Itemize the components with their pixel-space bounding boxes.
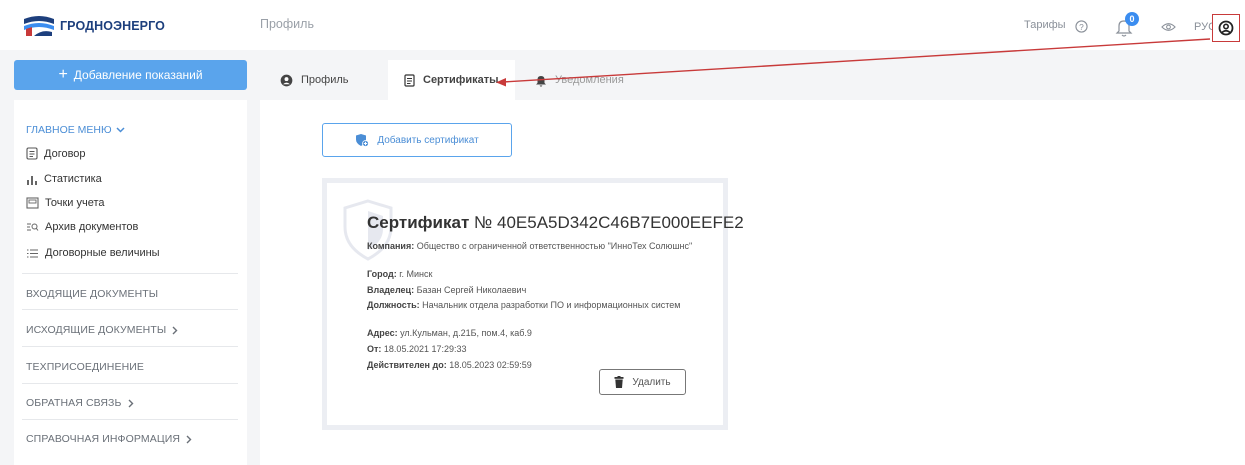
eye-icon[interactable]: [1161, 22, 1176, 32]
sidebar-section-tech-connection[interactable]: ТЕХПРИСОЕДИНЕНИЕ: [26, 361, 144, 373]
field-value: Общество с ограниченной ответственностью…: [416, 241, 693, 251]
field-value: г. Минск: [399, 269, 433, 279]
section-label: СПРАВОЧНАЯ ИНФОРМАЦИЯ: [26, 433, 181, 445]
certificate-city: Город: г. Минск: [367, 269, 707, 280]
trash-icon: [614, 376, 624, 388]
section-label: ИСХОДЯЩИЕ ДОКУМЕНТЫ: [26, 324, 167, 336]
field-value: 18.05.2021 17:29:33: [383, 344, 467, 354]
section-label: ОБРАТНАЯ СВЯЗЬ: [26, 397, 122, 409]
tab-notifications[interactable]: Уведомления: [535, 60, 624, 100]
add-certificate-button[interactable]: Добавить сертификат: [322, 123, 512, 157]
logo[interactable]: ГРОДНОЭНЕРГО: [22, 15, 165, 37]
sidebar: ГЛАВНОЕ МЕНЮ Договор Статистика Точки уч…: [14, 100, 247, 465]
add-certificate-label: Добавить сертификат: [377, 134, 479, 146]
chevron-right-icon: [186, 435, 192, 443]
plus-icon: +: [58, 66, 68, 83]
main-menu-toggle[interactable]: ГЛАВНОЕ МЕНЮ: [26, 124, 125, 136]
add-reading-label: Добавление показаний: [73, 68, 203, 82]
tab-label: Профиль: [301, 74, 349, 86]
sidebar-divider: [22, 346, 238, 347]
tab-bar: Профиль Сертификаты Уведомления: [260, 60, 1245, 100]
field-key: Компания:: [367, 241, 415, 251]
svg-text:?: ?: [1079, 22, 1084, 32]
sidebar-section-outgoing[interactable]: ИСХОДЯЩИЕ ДОКУМЕНТЫ: [26, 324, 178, 336]
sidebar-item-meters[interactable]: Точки учета: [26, 197, 105, 209]
certificate-from: От: 18.05.2021 17:29:33: [367, 344, 707, 355]
field-key: Должность:: [367, 300, 420, 310]
field-value: 18.05.2023 02:59:59: [449, 360, 532, 370]
section-label: ВХОДЯЩИЕ ДОКУМЕНТЫ: [26, 288, 159, 300]
tab-label: Сертификаты: [423, 74, 499, 86]
bell-icon: [536, 75, 546, 87]
sidebar-item-statistics[interactable]: Статистика: [26, 173, 102, 185]
main-menu-label: ГЛАВНОЕ МЕНЮ: [26, 124, 112, 136]
certificate-position: Должность: Начальник отдела разработки П…: [367, 300, 707, 311]
sidebar-section-incoming[interactable]: ВХОДЯЩИЕ ДОКУМЕНТЫ: [26, 288, 158, 300]
sidebar-divider: [22, 383, 238, 384]
list-icon: [27, 249, 38, 257]
archive-search-icon: [27, 223, 39, 231]
field-value: Базан Сергей Николаевич: [416, 285, 527, 295]
sidebar-item-contract-values[interactable]: Договорные величины: [26, 247, 160, 259]
breadcrumb: Профиль: [260, 17, 314, 31]
sidebar-divider: [22, 273, 238, 274]
certificate-company: Компания: Общество с ограниченной ответс…: [367, 241, 707, 252]
sidebar-item-label: Архив документов: [45, 221, 139, 233]
certificate-number: № 40E5A5D342C46B7E000EEFE2: [474, 213, 744, 232]
certificate-card: Сертификат № 40E5A5D342C46B7E000EEFE2 Ко…: [322, 178, 744, 430]
document-icon: [404, 73, 415, 87]
sidebar-item-archive[interactable]: Архив документов: [26, 221, 138, 233]
certificate-owner: Владелец: Базан Сергей Николаевич: [367, 285, 707, 296]
delete-certificate-button[interactable]: Удалить: [599, 369, 686, 395]
user-circle-icon: [1218, 20, 1234, 36]
field-value: ул.Кульман, д.21Б, пом.4, каб.9: [400, 328, 532, 338]
logo-text: ГРОДНОЭНЕРГО: [60, 19, 165, 33]
user-circle-icon: [280, 74, 293, 86]
section-label: ТЕХПРИСОЕДИНЕНИЕ: [26, 361, 145, 373]
notifications-button[interactable]: 0: [1115, 12, 1141, 38]
add-reading-button[interactable]: + Добавление показаний: [14, 60, 247, 90]
help-icon[interactable]: ?: [1075, 20, 1088, 33]
sidebar-divider: [22, 309, 238, 310]
sidebar-section-feedback[interactable]: ОБРАТНАЯ СВЯЗЬ: [26, 397, 134, 409]
notification-badge: 0: [1125, 12, 1139, 26]
chevron-down-icon: [116, 127, 125, 133]
tab-label: Уведомления: [555, 74, 624, 86]
sidebar-divider: [22, 419, 238, 420]
main-content: Профиль Сертификаты Уведомления Добавить…: [260, 60, 1245, 465]
sidebar-item-label: Договорные величины: [45, 247, 160, 259]
field-key: Владелец:: [367, 285, 415, 295]
sidebar-item-label: Статистика: [44, 173, 102, 185]
field-value: Начальник отдела разработки ПО и информа…: [422, 300, 681, 310]
sidebar-item-label: Точки учета: [45, 197, 105, 209]
field-key: От:: [367, 344, 382, 354]
certificate-title-word: Сертификат: [367, 213, 470, 232]
sidebar-item-label: Договор: [44, 147, 86, 160]
certificate-address: Адрес: ул.Кульман, д.21Б, пом.4, каб.9: [367, 328, 707, 339]
user-profile-button[interactable]: [1212, 14, 1240, 42]
certificate-title: Сертификат № 40E5A5D342C46B7E000EEFE2: [367, 213, 744, 233]
tab-profile[interactable]: Профиль: [280, 60, 349, 100]
bar-chart-icon: [27, 176, 37, 185]
shield-plus-icon: [356, 134, 370, 147]
contract-icon: [26, 147, 38, 160]
sidebar-section-reference[interactable]: СПРАВОЧНАЯ ИНФОРМАЦИЯ: [26, 433, 192, 445]
sidebar-item-contract[interactable]: Договор: [26, 147, 86, 160]
meter-icon: [26, 197, 39, 209]
field-key: Адрес:: [367, 328, 398, 338]
tariffs-link[interactable]: Тарифы: [1024, 19, 1066, 31]
chevron-right-icon: [128, 399, 133, 407]
delete-label: Удалить: [632, 376, 671, 388]
field-key: Действителен до:: [367, 360, 447, 370]
chevron-right-icon: [172, 326, 178, 334]
top-bar: ГРОДНОЭНЕРГО Профиль Тарифы ? 0 РУС: [0, 0, 1245, 50]
tab-certificates[interactable]: Сертификаты: [388, 60, 515, 100]
logo-icon: [24, 16, 54, 36]
field-key: Город:: [367, 269, 397, 279]
